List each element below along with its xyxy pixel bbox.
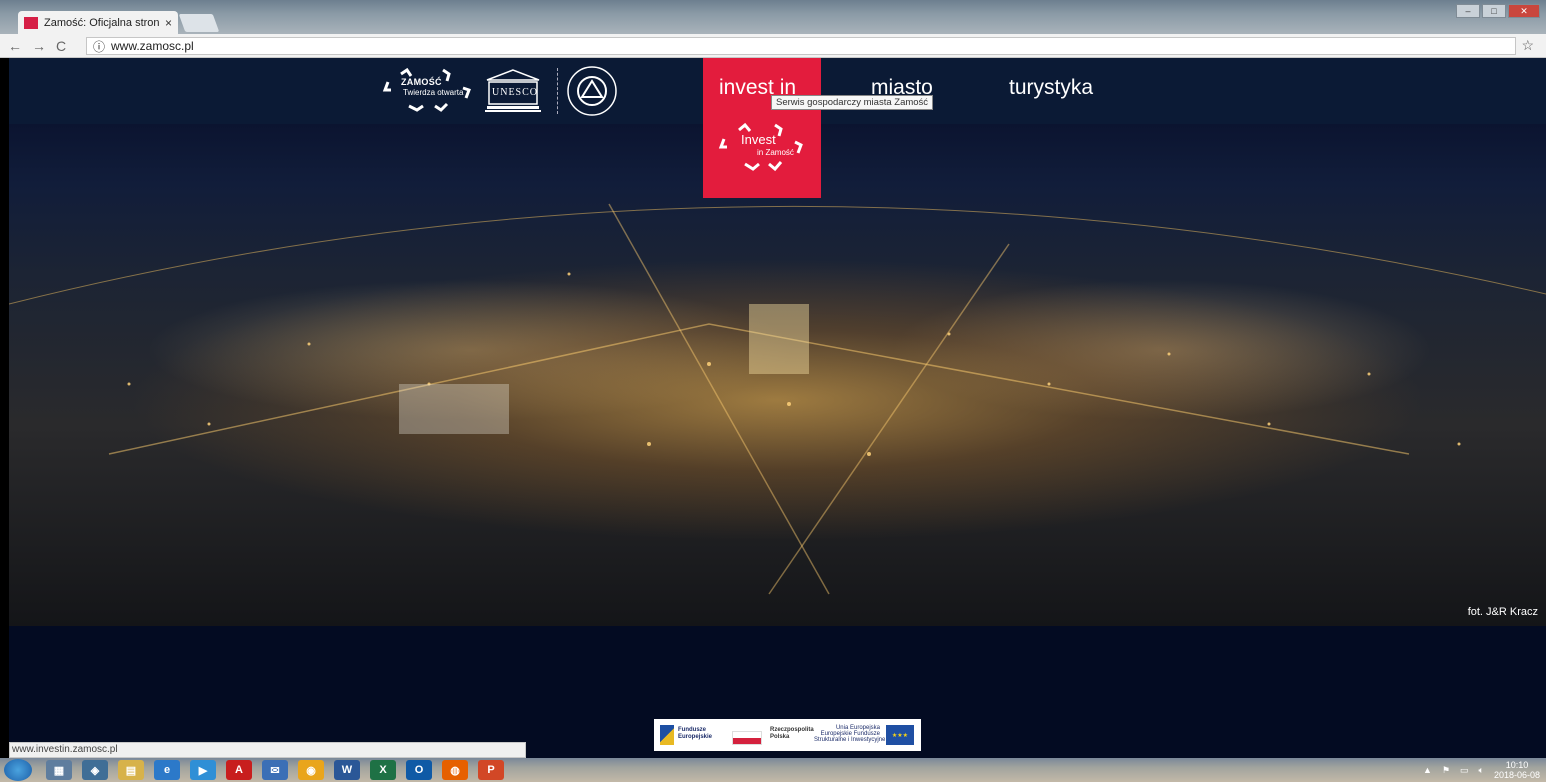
url-text: www.zamosc.pl	[111, 39, 194, 53]
url-input[interactable]: ⓘ www.zamosc.pl	[86, 37, 1516, 55]
window-controls: – □ ✕	[1456, 4, 1540, 18]
maximize-icon[interactable]: □	[1482, 4, 1506, 18]
tab-close-icon[interactable]: ×	[165, 16, 172, 30]
logo-separator	[557, 68, 558, 114]
nav-turystyka[interactable]: turystyka	[1009, 76, 1093, 100]
invest-in-zamosc-logo[interactable]: Invest in Zamość	[717, 120, 807, 174]
unia-europejska-label: Unia Europejska Europejskie Fundusze Str…	[814, 725, 886, 743]
city-lights-graphic	[9, 203, 1546, 595]
calculator-icon[interactable]: ▦	[46, 760, 72, 780]
browser-tab[interactable]: Zamość: Oficjalna strona ×	[18, 11, 178, 34]
back-icon[interactable]: ←	[8, 38, 22, 54]
volume-icon[interactable]: 🔈︎	[1479, 765, 1484, 776]
hero-photo: fot. J&R Kracz	[9, 124, 1546, 626]
thunderbird-icon[interactable]: ✉	[262, 760, 288, 780]
browser-tab-strip: Zamość: Oficjalna strona × – □ ✕	[0, 0, 1546, 34]
excel-icon[interactable]: X	[370, 760, 396, 780]
forward-icon[interactable]: →	[32, 38, 46, 54]
invest-logo-subtitle: in Zamość	[757, 148, 794, 157]
clock-date: 2018-06-08	[1493, 770, 1540, 780]
network-icon[interactable]: ▭	[1460, 765, 1469, 776]
show-hidden-icons-icon[interactable]: ▲	[1423, 765, 1432, 775]
site-info-icon[interactable]: ⓘ	[93, 38, 105, 55]
system-tray: ▲ ⚑ ▭ 🔈︎ 10:10 2018-06-08	[1423, 760, 1540, 780]
favicon-icon	[24, 16, 38, 29]
zamosc-logo[interactable]: ZAMOŚĆ Twierdza otwarta	[381, 64, 473, 114]
eu-funding-logos[interactable]: Fundusze Europejskie Rzeczpospolita Pols…	[654, 719, 921, 751]
site-header: ZAMOŚĆ Twierdza otwarta UNESCO invest in	[9, 58, 1546, 198]
reload-icon[interactable]: C	[56, 38, 66, 54]
browser-status-url: www.investin.zamosc.pl	[9, 742, 526, 758]
tab-title: Zamość: Oficjalna strona	[44, 16, 159, 29]
clock-time: 10:10	[1505, 760, 1529, 770]
powerpoint-icon[interactable]: P	[478, 760, 504, 780]
nav-invest-in[interactable]: invest in Invest in Zamość	[703, 58, 821, 198]
nav-tooltip: Serwis gospodarczy miasta Zamość	[771, 95, 934, 110]
fundusze-europejskie-icon	[660, 725, 674, 745]
web-page: fot. J&R Kracz ZAMOŚĆ Twierdza otwarta U…	[9, 58, 1546, 758]
polish-flag-icon	[732, 731, 762, 745]
eu-flag-icon: ★★★	[886, 725, 914, 745]
minimize-icon[interactable]: –	[1456, 4, 1480, 18]
rzeczpospolita-label: Rzeczpospolita Polska	[770, 727, 814, 740]
world-heritage-emblem-icon	[567, 66, 617, 116]
photo-credit: fot. J&R Kracz	[1467, 606, 1538, 618]
invest-logo-title: Invest	[741, 132, 776, 147]
address-bar-row: ← → C ⓘ www.zamosc.pl ☆	[0, 34, 1546, 58]
bookmark-star-icon[interactable]: ☆	[1521, 37, 1534, 54]
outlook-icon[interactable]: O	[406, 760, 432, 780]
system-clock[interactable]: 10:10 2018-06-08	[1494, 760, 1540, 780]
zamosc-logo-title: ZAMOŚĆ	[401, 77, 442, 87]
internet-explorer-icon[interactable]: e	[154, 760, 180, 780]
fundusze-europejskie-label: Fundusze Europejskie	[678, 727, 713, 740]
zamosc-logo-subtitle: Twierdza otwarta	[403, 88, 464, 97]
taskbar-pinned-apps: ▦ ◈ ▤ e ▶ A ✉ ◉ W X O ◍ P	[46, 760, 504, 780]
world-heritage-logo[interactable]	[565, 64, 619, 118]
unesco-logo[interactable]: UNESCO	[485, 68, 541, 114]
close-window-icon[interactable]: ✕	[1508, 4, 1540, 18]
word-icon[interactable]: W	[334, 760, 360, 780]
firefox-icon[interactable]: ◍	[442, 760, 468, 780]
unesco-text: UNESCO	[492, 87, 539, 98]
flag-icon[interactable]: ⚑	[1442, 765, 1450, 776]
network-app-icon[interactable]: ◈	[82, 760, 108, 780]
start-button[interactable]	[4, 759, 32, 781]
invest-ring-icon	[718, 122, 803, 172]
chrome-icon[interactable]: ◉	[298, 760, 324, 780]
windows-taskbar: ▦ ◈ ▤ e ▶ A ✉ ◉ W X O ◍ P ▲ ⚑ ▭ 🔈︎ 10:10…	[0, 758, 1546, 782]
acrobat-reader-icon[interactable]: A	[226, 760, 252, 780]
new-tab-button[interactable]	[178, 14, 220, 32]
media-player-icon[interactable]: ▶	[190, 760, 216, 780]
file-explorer-icon[interactable]: ▤	[118, 760, 144, 780]
